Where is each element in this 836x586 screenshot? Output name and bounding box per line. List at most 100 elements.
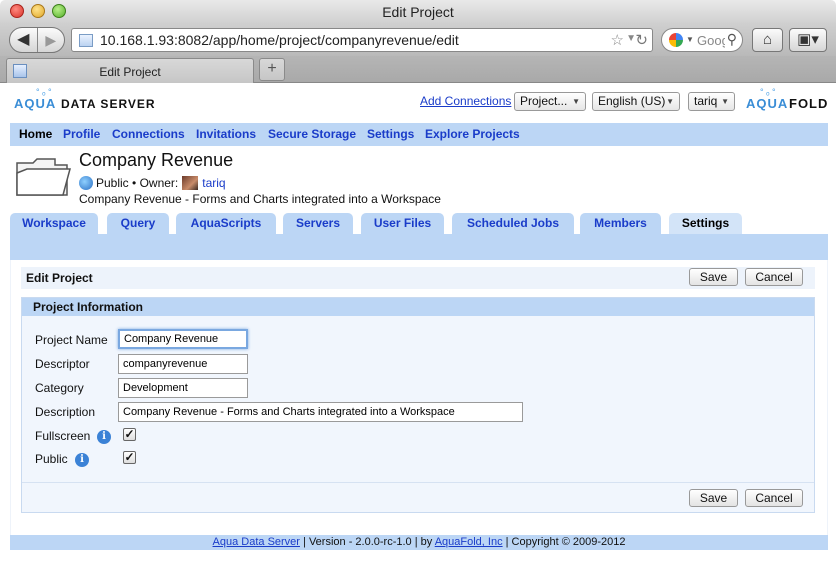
save-button-top[interactable]: Save bbox=[689, 268, 738, 286]
footer-version: | Version - 2.0.0-rc-1.0 | by bbox=[303, 536, 433, 548]
search-icon[interactable]: ⚲ bbox=[727, 31, 737, 48]
browser-tab-strip: Edit Project + bbox=[0, 56, 836, 83]
footer-copyright: | Copyright © 2009-2012 bbox=[505, 536, 626, 548]
cancel-button-top[interactable]: Cancel bbox=[745, 268, 803, 286]
nav-connections[interactable]: Connections bbox=[112, 127, 185, 141]
project-title: Company Revenue bbox=[79, 150, 234, 170]
project-description: Company Revenue - Forms and Charts integ… bbox=[79, 192, 441, 206]
cancel-button-bottom[interactable]: Cancel bbox=[745, 489, 803, 507]
category-input[interactable]: Development bbox=[118, 378, 248, 398]
minimize-window-button[interactable] bbox=[31, 4, 45, 18]
visibility-text: Public bbox=[96, 176, 129, 190]
project-folder-icon bbox=[16, 158, 71, 196]
aquafold-logo[interactable]: ° ₒ ° AQUA FOLD bbox=[746, 87, 830, 119]
nav-settings[interactable]: Settings bbox=[367, 127, 414, 141]
address-bar[interactable]: 10.168.1.93:8082/app/home/project/compan… bbox=[71, 28, 653, 52]
logo-data-server-text: DATA SERVER bbox=[61, 97, 156, 111]
close-window-button[interactable] bbox=[10, 4, 24, 18]
tab-members[interactable]: Members bbox=[580, 213, 661, 234]
reload-icon[interactable]: ↻ bbox=[635, 31, 648, 49]
nav-profile[interactable]: Profile bbox=[63, 127, 100, 141]
back-icon[interactable]: ◀ bbox=[10, 28, 38, 52]
section-header: Project Information bbox=[22, 298, 814, 316]
footer-company-link[interactable]: AquaFold, Inc bbox=[435, 536, 503, 548]
tab-query[interactable]: Query bbox=[107, 213, 169, 234]
address-text[interactable]: 10.168.1.93:8082/app/home/project/compan… bbox=[100, 32, 459, 48]
descriptor-label: Descriptor bbox=[35, 357, 90, 371]
language-select[interactable]: English (US) ▼ bbox=[592, 92, 680, 111]
google-icon[interactable] bbox=[669, 33, 683, 47]
tab-workspace[interactable]: Workspace bbox=[10, 213, 98, 234]
tab-servers[interactable]: Servers bbox=[283, 213, 353, 234]
tab-user-files[interactable]: User Files bbox=[361, 213, 444, 234]
project-select-value: Project... bbox=[520, 94, 568, 108]
owner-avatar bbox=[182, 176, 199, 190]
owner-label: Owner: bbox=[139, 176, 179, 190]
category-label: Category bbox=[35, 381, 84, 395]
tab-scheduled-jobs[interactable]: Scheduled Jobs bbox=[452, 213, 574, 234]
language-select-value: English (US) bbox=[598, 94, 666, 108]
aqua-data-server-logo[interactable]: ° ₒ ° AQUA DATA SERVER bbox=[14, 87, 164, 119]
project-select[interactable]: Project... ▼ bbox=[514, 92, 586, 111]
chevron-down-icon: ▼ bbox=[572, 97, 580, 106]
project-name-input[interactable]: Company Revenue bbox=[118, 329, 248, 349]
nav-home[interactable]: Home bbox=[19, 127, 52, 141]
section-title: Project Information bbox=[33, 300, 144, 314]
web-page: ° ₒ ° AQUA DATA SERVER Add Connections P… bbox=[0, 84, 836, 586]
section-divider bbox=[22, 482, 814, 483]
description-input[interactable]: Company Revenue - Forms and Charts integ… bbox=[118, 402, 523, 422]
chevron-down-icon: ▼ bbox=[721, 97, 729, 106]
public-checkbox[interactable]: ✓ bbox=[123, 451, 136, 464]
forward-icon[interactable]: ▶ bbox=[38, 28, 65, 52]
home-icon: ⌂ bbox=[762, 31, 773, 48]
browser-toolbar: ◀ ▶ 10.168.1.93:8082/app/home/project/co… bbox=[0, 24, 836, 56]
description-label: Description bbox=[35, 405, 96, 419]
project-meta: Public • Owner: tariq bbox=[79, 176, 226, 190]
logo-aqua-text: AQUA bbox=[746, 96, 789, 111]
tab-aquascripts[interactable]: AquaScripts bbox=[176, 213, 276, 234]
back-forward-buttons: ◀ ▶ bbox=[9, 27, 65, 53]
bookmarks-icon: ▣▾ bbox=[797, 31, 819, 48]
edit-project-heading: Edit Project bbox=[26, 271, 93, 285]
public-label: Public bbox=[35, 452, 68, 466]
chevron-down-icon: ▼ bbox=[666, 97, 674, 106]
new-tab-button[interactable]: + bbox=[259, 58, 285, 81]
window-titlebar: Edit Project bbox=[0, 0, 836, 24]
add-connections-link[interactable]: Add Connections bbox=[420, 94, 511, 108]
plus-icon: + bbox=[267, 60, 277, 77]
search-bar[interactable]: ▼ Goog ⚲ bbox=[661, 28, 743, 52]
user-select[interactable]: tariq ▼ bbox=[688, 92, 735, 111]
browser-tab[interactable]: Edit Project bbox=[6, 58, 254, 83]
page-favicon-icon bbox=[79, 34, 93, 47]
nav-invitations[interactable]: Invitations bbox=[196, 127, 256, 141]
page-footer: Aqua Data Server | Version - 2.0.0-rc-1.… bbox=[10, 535, 828, 550]
bookmark-star-icon[interactable]: ☆ bbox=[611, 31, 624, 49]
footer-product-link[interactable]: Aqua Data Server bbox=[213, 536, 300, 548]
fullscreen-checkbox[interactable]: ✓ bbox=[123, 428, 136, 441]
descriptor-input[interactable]: companyrevenue bbox=[118, 354, 248, 374]
logo-fold-text: FOLD bbox=[789, 96, 829, 111]
window-title: Edit Project bbox=[382, 4, 454, 20]
owner-link[interactable]: tariq bbox=[202, 176, 225, 190]
bookmarks-button[interactable]: ▣▾ bbox=[789, 28, 827, 52]
project-tabs: Workspace Query AquaScripts Servers User… bbox=[10, 213, 828, 234]
search-placeholder[interactable]: Goog bbox=[697, 33, 725, 48]
user-select-value: tariq bbox=[694, 94, 718, 108]
public-info-icon[interactable]: i bbox=[75, 453, 89, 467]
fullscreen-info-icon[interactable]: i bbox=[97, 430, 111, 444]
tab-settings[interactable]: Settings bbox=[669, 213, 742, 234]
main-nav: Home Profile Connections Invitations Sec… bbox=[10, 123, 828, 146]
search-engine-dropdown-icon[interactable]: ▼ bbox=[686, 35, 694, 44]
nav-explore-projects[interactable]: Explore Projects bbox=[425, 127, 520, 141]
browser-tab-title: Edit Project bbox=[99, 65, 161, 79]
tab-content-band bbox=[10, 234, 828, 260]
home-button[interactable]: ⌂ bbox=[752, 28, 783, 52]
save-button-bottom[interactable]: Save bbox=[689, 489, 738, 507]
project-information-section: Project Information Project Name Company… bbox=[21, 297, 815, 513]
globe-icon bbox=[79, 176, 93, 190]
nav-secure-storage[interactable]: Secure Storage bbox=[268, 127, 356, 141]
logo-aqua-text: AQUA bbox=[14, 96, 57, 111]
zoom-window-button[interactable] bbox=[52, 4, 66, 18]
fullscreen-label: Fullscreen bbox=[35, 429, 91, 443]
project-name-label: Project Name bbox=[35, 333, 108, 347]
